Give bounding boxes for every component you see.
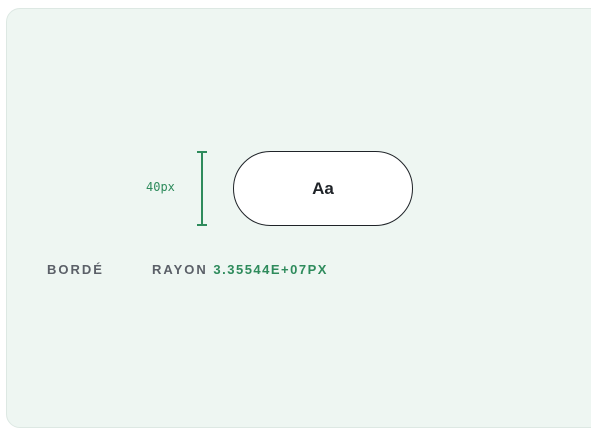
demo-button-label: Aa bbox=[312, 178, 334, 198]
rounded-demo-button[interactable]: Aa bbox=[233, 151, 413, 226]
measure-cap-bottom bbox=[197, 224, 207, 226]
height-measure-icon bbox=[197, 151, 207, 226]
radius-spec: RAYON 3.35544E+07PX bbox=[152, 262, 328, 278]
radius-label: RAYON bbox=[152, 262, 208, 277]
height-label: 40px bbox=[146, 180, 175, 194]
radius-value: 3.35544E+07PX bbox=[213, 262, 328, 277]
shape-label: BORDÉ bbox=[47, 262, 104, 278]
shape-label-text: BORDÉ bbox=[47, 262, 104, 277]
measure-line bbox=[201, 151, 203, 226]
